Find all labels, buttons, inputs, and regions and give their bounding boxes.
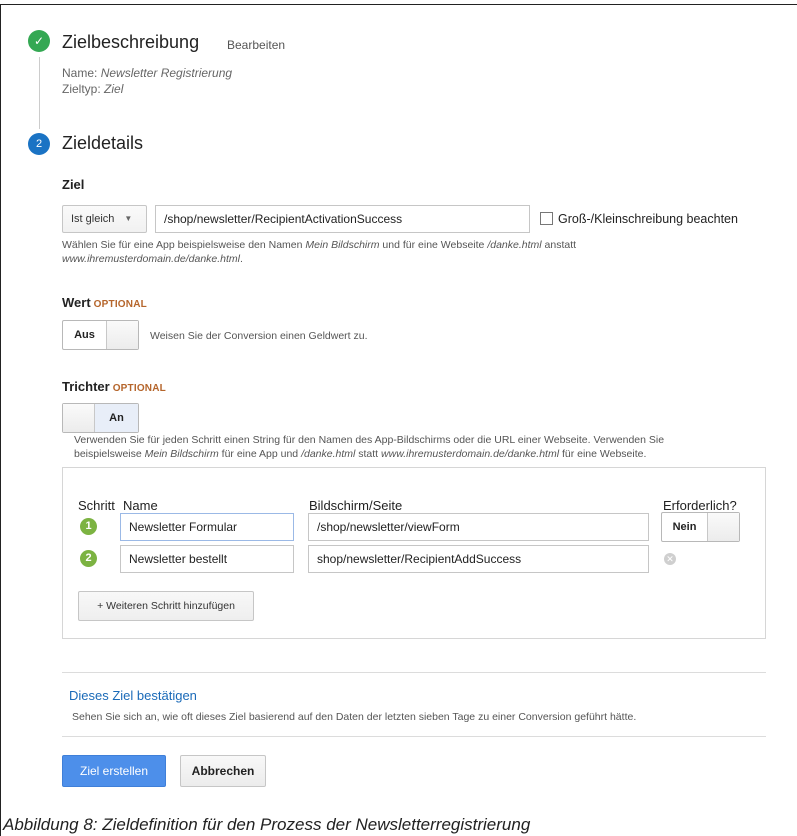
step-connector-line — [39, 57, 40, 129]
goal-name-line: Name: Newsletter Registrierung — [62, 66, 232, 80]
funnel-help-part: Verwenden Sie für jeden Schritt einen St… — [74, 434, 665, 446]
remove-step-icon[interactable]: ✕ — [664, 553, 676, 565]
goal-help-text: Wählen Sie für eine App beispielsweise d… — [62, 238, 762, 266]
value-toggle-label: Aus — [74, 329, 95, 341]
completed-check-icon: ✓ — [28, 30, 50, 52]
value-optional-badge: OPTIONAL — [93, 299, 147, 310]
required-toggle[interactable]: Nein — [661, 512, 740, 542]
funnel-optional-badge: OPTIONAL — [112, 383, 166, 394]
goal-name-value: Newsletter Registrierung — [100, 66, 233, 80]
toggle-knob — [707, 513, 739, 541]
goal-type-value: Ziel — [104, 82, 124, 96]
value-label: Wert — [62, 295, 91, 310]
col-header-name: Name — [123, 498, 158, 513]
verify-help-text: Sehen Sie sich an, wie oft dieses Ziel b… — [72, 711, 637, 723]
col-header-screen: Bildschirm/Seite — [309, 498, 403, 513]
goal-type-line: Zieltyp: Ziel — [62, 82, 123, 96]
match-type-select[interactable]: Ist gleich ▼ — [62, 205, 147, 233]
funnel-help-part: statt — [355, 448, 382, 460]
funnel-help-part: beispielsweise — [74, 448, 145, 460]
funnel-label: Trichter — [62, 379, 110, 394]
value-header: Wert OPTIONAL — [62, 294, 147, 312]
goal-label: Ziel — [62, 177, 85, 192]
funnel-help-text: Verwenden Sie für jeden Schritt einen St… — [74, 433, 764, 461]
create-goal-button[interactable]: Ziel erstellen — [62, 755, 166, 787]
case-sensitive-checkbox[interactable] — [540, 212, 553, 225]
funnel-help-app: Mein Bildschirm — [144, 448, 219, 460]
funnel-step-number-1: 1 — [80, 518, 97, 535]
divider — [62, 672, 766, 673]
divider — [62, 736, 766, 737]
col-header-step: Schritt — [78, 498, 115, 513]
goal-help-part: und für eine Webseite — [379, 239, 488, 251]
goal-name-label: Name: — [62, 66, 98, 80]
funnel-step-number-2: 2 — [80, 550, 97, 567]
cancel-button[interactable]: Abbrechen — [180, 755, 266, 787]
toggle-knob — [63, 404, 95, 432]
goal-help-part: . — [240, 253, 243, 265]
verify-goal-link[interactable]: Dieses Ziel bestätigen — [69, 688, 197, 703]
goal-url-input[interactable]: /shop/newsletter/RecipientActivationSucc… — [155, 205, 530, 233]
caret-down-icon: ▼ — [124, 214, 133, 224]
funnel-help-domain: www.ihremusterdomain.de/danke.html — [381, 448, 560, 460]
col-header-required: Erforderlich? — [663, 498, 737, 513]
case-sensitive-label: Groß-/Kleinschreibung beachten — [558, 212, 738, 226]
edit-link[interactable]: Bearbeiten — [227, 38, 285, 52]
goal-type-label: Zieltyp: — [62, 82, 101, 96]
funnel-step-name-input[interactable]: Newsletter bestellt — [120, 545, 294, 573]
goal-help-part: Wählen Sie für eine App beispielsweise d… — [62, 239, 306, 251]
value-toggle[interactable]: Aus — [62, 320, 139, 350]
figure-caption: Abbildung 8: Zieldefinition für den Proz… — [3, 815, 531, 834]
required-toggle-label: Nein — [672, 521, 697, 533]
funnel-help-part: für eine Webseite. — [559, 448, 647, 460]
toggle-knob — [106, 321, 138, 349]
match-type-value: Ist gleich — [71, 213, 115, 225]
section-title-zielbeschreibung: Zielbeschreibung — [62, 32, 200, 52]
section-title-zieldetails: Zieldetails — [62, 133, 144, 153]
goal-help-app: Mein Bildschirm — [305, 239, 380, 251]
step-number-badge: 2 — [28, 133, 50, 155]
goal-help-domain: www.ihremusterdomain.de/danke.html — [62, 253, 240, 265]
funnel-help-page: /danke.html — [301, 448, 356, 460]
funnel-toggle[interactable]: An — [62, 403, 139, 433]
add-step-button[interactable]: + Weiteren Schritt hinzufügen — [78, 591, 254, 621]
goal-help-page: /danke.html — [487, 239, 542, 251]
funnel-header: Trichter OPTIONAL — [62, 378, 166, 396]
funnel-help-part: für eine App und — [218, 448, 302, 460]
funnel-step-screen-input[interactable]: /shop/newsletter/viewForm — [308, 513, 649, 541]
goal-help-part: anstatt — [541, 239, 577, 251]
funnel-step-screen-input[interactable]: shop/newsletter/RecipientAddSuccess — [308, 545, 649, 573]
funnel-toggle-label: An — [95, 404, 138, 432]
value-help-text: Weisen Sie der Conversion einen Geldwert… — [150, 330, 368, 342]
funnel-step-name-input[interactable]: Newsletter Formular — [120, 513, 294, 541]
